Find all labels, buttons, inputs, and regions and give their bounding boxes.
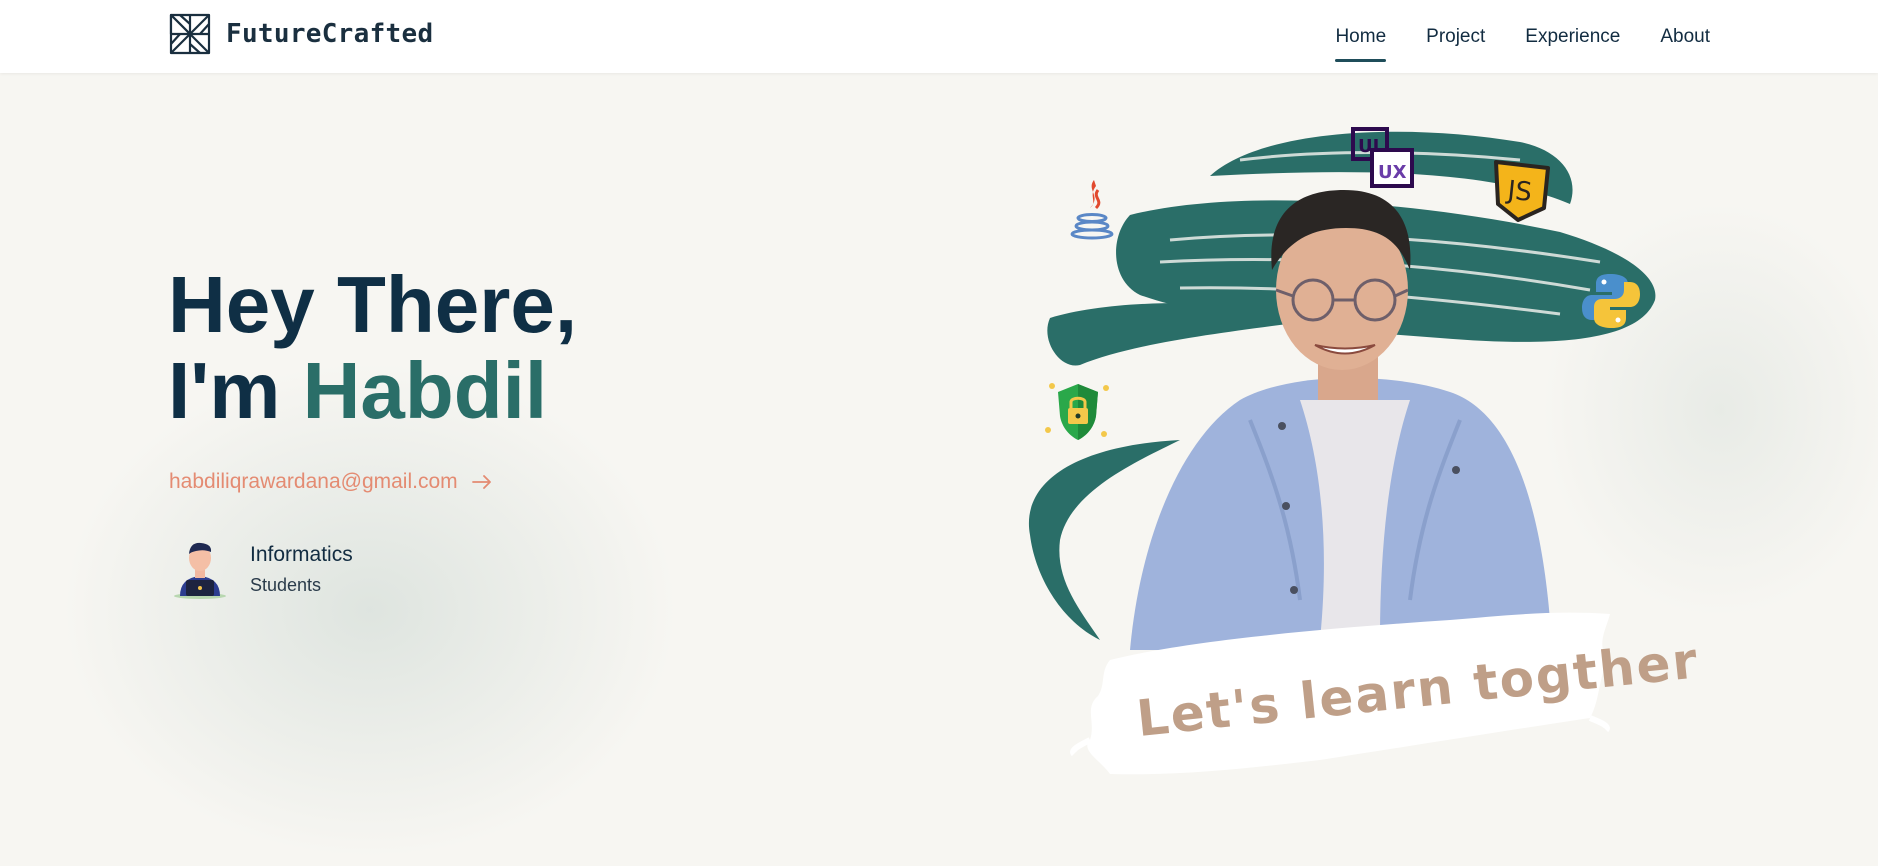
svg-text:UX: UX [1378,162,1407,183]
svg-text:JS: JS [1504,175,1533,208]
python-icon [1582,274,1640,328]
java-icon [1070,180,1114,240]
svg-text:UI: UI [1358,136,1379,157]
ui-ux-icon: UI UX [1351,127,1414,188]
security-shield-icon [1045,383,1109,440]
javascript-icon: JS [1494,160,1550,222]
